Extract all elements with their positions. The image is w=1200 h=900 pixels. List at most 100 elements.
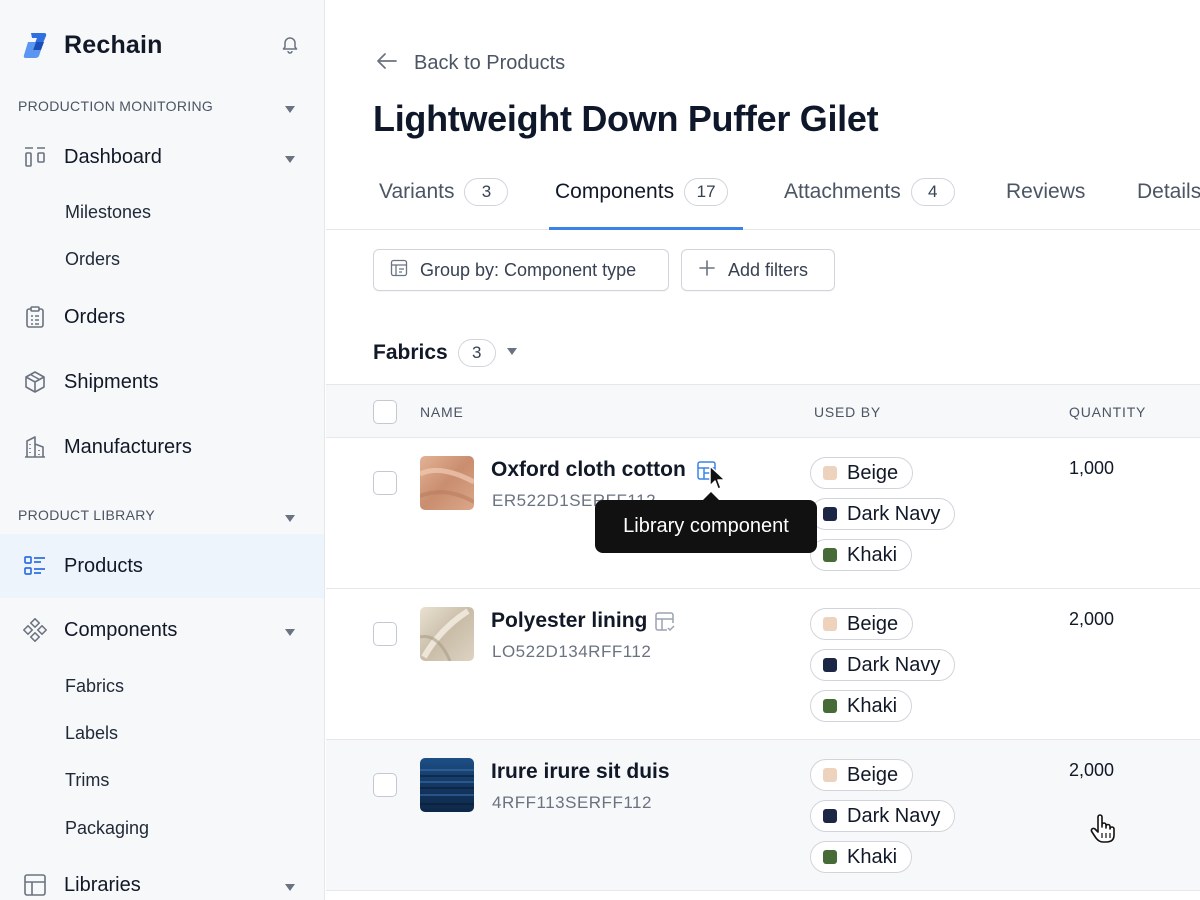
used-by-chip[interactable]: Khaki xyxy=(810,690,913,722)
chevron-down-icon[interactable] xyxy=(284,102,296,113)
group-by-icon xyxy=(390,259,408,282)
chip-label: Beige xyxy=(847,612,899,635)
chip-label: Dark Navy xyxy=(847,653,941,676)
used-by-chip[interactable]: Khaki xyxy=(810,841,913,873)
list-icon xyxy=(22,553,48,579)
library-component-tooltip: Library component xyxy=(595,492,817,553)
chevron-down-icon[interactable] xyxy=(284,511,296,522)
column-quantity[interactable]: QUANTITY xyxy=(1069,404,1146,420)
select-all-checkbox[interactable] xyxy=(373,400,397,424)
group-header-fabrics[interactable]: Fabrics 3 xyxy=(373,338,518,368)
color-swatch xyxy=(823,548,837,562)
tab-attachments[interactable]: Attachments 4 xyxy=(784,176,955,230)
library-component-icon[interactable] xyxy=(654,611,676,633)
tab-count-badge: 4 xyxy=(910,178,955,206)
used-by-chip[interactable]: Khaki xyxy=(810,539,913,571)
table-header: NAME USED BY QUANTITY xyxy=(326,384,1200,438)
table-row[interactable]: Irure irure sit duis 4RFF113SERFF112 Bei… xyxy=(326,740,1200,891)
bell-icon[interactable] xyxy=(280,34,300,54)
rechain-logo-icon xyxy=(22,30,52,60)
sidebar-item-shipments[interactable]: Shipments xyxy=(0,353,324,411)
table-row[interactable]: Polyester lining LO522D134RFF112 Beige D… xyxy=(326,589,1200,740)
used-by-chip[interactable]: Beige xyxy=(810,457,914,489)
sidebar-subitem-labels[interactable]: Labels xyxy=(65,723,118,744)
sidebar-subitem-milestones[interactable]: Milestones xyxy=(65,202,151,223)
sidebar-item-libraries[interactable]: Libraries xyxy=(0,856,324,900)
chip-label: Beige xyxy=(847,763,899,786)
row-checkbox[interactable] xyxy=(373,622,397,646)
tab-count-badge: 3 xyxy=(464,178,509,206)
used-by-chip[interactable]: Dark Navy xyxy=(810,800,956,832)
tab-label: Details xyxy=(1137,180,1200,203)
add-filters-button[interactable]: Add filters xyxy=(681,249,835,291)
used-by-chip[interactable]: Dark Navy xyxy=(810,649,956,681)
sidebar-item-dashboard[interactable]: Dashboard xyxy=(0,128,324,186)
component-name[interactable]: Polyester lining xyxy=(491,609,647,633)
app-name: Rechain xyxy=(64,30,163,59)
dashboard-icon xyxy=(22,144,48,170)
row-checkbox[interactable] xyxy=(373,471,397,495)
hand-cursor-icon xyxy=(1090,814,1116,849)
used-by-chip[interactable]: Beige xyxy=(810,608,914,640)
components-icon xyxy=(22,617,48,643)
back-link[interactable]: Back to Products xyxy=(376,50,565,76)
sidebar-item-manufacturers[interactable]: Manufacturers xyxy=(0,418,324,476)
sidebar-item-label: Products xyxy=(64,554,143,577)
component-name[interactable]: Oxford cloth cotton xyxy=(491,458,686,482)
chevron-down-icon[interactable] xyxy=(284,625,296,636)
plus-icon xyxy=(698,259,716,282)
column-name[interactable]: NAME xyxy=(420,404,464,420)
used-by-chip[interactable]: Dark Navy xyxy=(810,498,956,530)
tab-details[interactable]: Details xyxy=(1137,176,1200,230)
sidebar-subitem-trims[interactable]: Trims xyxy=(65,770,109,791)
sidebar-item-components[interactable]: Components xyxy=(0,601,324,659)
sidebar-item-label: Components xyxy=(64,618,178,641)
chip-label: Dark Navy xyxy=(847,804,941,827)
group-count-badge: 3 xyxy=(457,339,496,367)
component-name[interactable]: Irure irure sit duis xyxy=(491,760,670,784)
sidebar-item-label: Libraries xyxy=(64,873,141,896)
row-checkbox[interactable] xyxy=(373,773,397,797)
box-icon xyxy=(22,369,48,395)
color-swatch xyxy=(823,466,837,480)
brand[interactable]: Rechain xyxy=(22,28,163,62)
color-swatch xyxy=(823,617,837,631)
active-tab-indicator xyxy=(549,227,743,230)
tab-count-badge: 17 xyxy=(684,178,729,206)
arrow-cursor-icon xyxy=(708,464,726,497)
sidebar-subitem-fabrics[interactable]: Fabrics xyxy=(65,676,124,697)
chevron-down-icon[interactable] xyxy=(506,344,518,362)
sidebar-item-orders[interactable]: Orders xyxy=(0,288,324,346)
color-swatch xyxy=(823,850,837,864)
tab-label: Reviews xyxy=(1006,180,1086,203)
quantity-value: 1,000 xyxy=(1069,458,1115,478)
sidebar-subitem-packaging[interactable]: Packaging xyxy=(65,818,149,839)
tab-bar: Variants 3 Components 17 Attachments 4 R… xyxy=(326,160,1200,230)
sidebar-subitem-orders[interactable]: Orders xyxy=(65,249,120,270)
sidebar-item-products[interactable]: Products xyxy=(0,534,324,598)
group-title: Fabrics xyxy=(373,341,448,364)
chevron-down-icon[interactable] xyxy=(284,152,296,163)
sidebar: Rechain PRODUCTION MONITORING Dashboard … xyxy=(0,0,325,900)
color-swatch xyxy=(823,507,837,521)
color-swatch xyxy=(823,658,837,672)
fabric-thumbnail xyxy=(420,607,474,661)
fabric-thumbnail xyxy=(420,456,474,510)
chevron-down-icon[interactable] xyxy=(284,880,296,891)
sidebar-item-label: Orders xyxy=(64,305,126,328)
component-code: LO522D134RFF112 xyxy=(492,642,652,661)
tab-components[interactable]: Components 17 xyxy=(555,176,729,230)
tab-variants[interactable]: Variants 3 xyxy=(379,176,509,230)
sidebar-item-label: Shipments xyxy=(64,370,159,393)
quantity-value: 2,000 xyxy=(1069,609,1115,629)
color-swatch xyxy=(823,768,837,782)
tab-label: Components xyxy=(555,180,675,203)
tab-label: Variants xyxy=(379,180,455,203)
section-production-monitoring: PRODUCTION MONITORING xyxy=(18,98,214,114)
tab-reviews[interactable]: Reviews xyxy=(1006,176,1085,230)
used-by-chip[interactable]: Beige xyxy=(810,759,914,791)
add-filters-label: Add filters xyxy=(728,259,809,280)
column-used-by[interactable]: USED BY xyxy=(814,404,881,420)
group-by-button[interactable]: Group by: Component type xyxy=(373,249,669,291)
component-code: 4RFF113SERFF112 xyxy=(492,793,652,812)
